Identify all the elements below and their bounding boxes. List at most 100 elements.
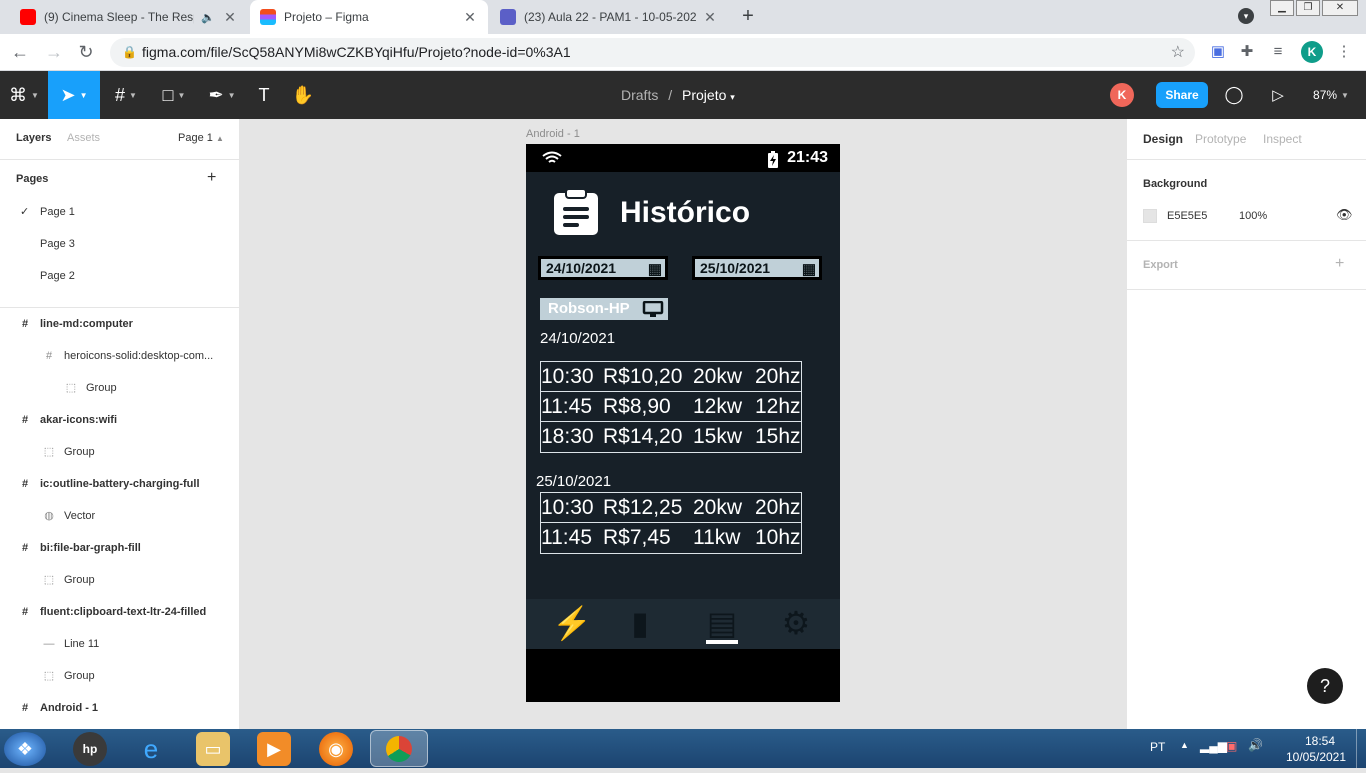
device-name: Robson-HP — [548, 300, 630, 317]
background-swatch[interactable] — [1143, 209, 1157, 223]
file-name[interactable]: Projeto — [682, 87, 726, 103]
show-desktop-button[interactable] — [1356, 729, 1366, 768]
hp-icon[interactable]: hp — [73, 732, 107, 766]
page-label: Page 1 — [40, 206, 75, 218]
layer-row[interactable]: # akar-icons:wifi — [0, 404, 239, 436]
layer-row[interactable]: # Android - 1 — [0, 692, 239, 724]
bookmark-star-icon[interactable]: ☆ — [1171, 38, 1185, 67]
layer-row[interactable]: ⬚ Group — [0, 564, 239, 596]
chevron-down-icon[interactable]: ▾ — [730, 92, 735, 102]
media-player-icon[interactable]: ▶ — [257, 732, 291, 766]
profile-avatar[interactable]: K — [1301, 41, 1323, 63]
forward-icon[interactable]: → — [42, 41, 66, 65]
help-button[interactable]: ? — [1307, 668, 1343, 704]
pen-tool-icon[interactable]: ✒ ▼ — [200, 71, 244, 119]
cell-price: R$7,45 — [603, 526, 671, 549]
shape-tool-icon[interactable]: □ ▼ — [152, 71, 196, 119]
add-export-icon[interactable]: + — [1335, 255, 1344, 273]
cell-price: R$12,25 — [603, 496, 683, 519]
status-clock: 21:43 — [787, 149, 828, 166]
internet-explorer-icon[interactable]: e — [134, 732, 168, 766]
close-window-icon[interactable]: ✕ — [1322, 0, 1358, 16]
media-control-icon[interactable]: ≡ — [1268, 42, 1288, 62]
page-selector[interactable]: Page 1 ▲ — [178, 132, 224, 144]
restore-icon[interactable]: ❐ — [1296, 0, 1320, 16]
layer-row[interactable]: # heroicons-solid:desktop-com... — [0, 340, 239, 372]
more-menu-icon[interactable]: ⋮ — [1334, 42, 1354, 62]
move-tool-icon[interactable]: ➤ ▼ — [48, 71, 100, 119]
zoom-menu[interactable]: 87% ▼ — [1308, 71, 1354, 119]
page-item-2[interactable]: Page 2 — [0, 260, 239, 292]
breadcrumb-drafts[interactable]: Drafts — [621, 87, 658, 103]
text-tool-icon[interactable]: T — [250, 71, 278, 119]
day-label: 25/10/2021 — [536, 473, 612, 490]
tab-assets[interactable]: Assets — [67, 132, 100, 144]
layer-row[interactable]: # bi:file-bar-graph-fill — [0, 532, 239, 564]
address-bar[interactable]: 🔒 figma.com/file/ScQ58ANYMi8wCZKBYqiHfu/… — [110, 38, 1195, 67]
comment-icon[interactable]: ◯ — [1220, 71, 1248, 119]
chrome-icon — [386, 736, 412, 762]
close-tab-icon[interactable]: ✕ — [222, 9, 238, 26]
tray-expand-icon[interactable]: ▲ — [1180, 740, 1189, 750]
figma-main-menu-icon[interactable]: ⌘ ▼ — [0, 71, 48, 119]
clock-date[interactable]: 10/05/2021 — [1280, 750, 1352, 764]
date-to-field[interactable]: 25/10/2021 ▦ — [692, 256, 822, 280]
background-hex-input[interactable]: E5E5E5 — [1167, 210, 1207, 222]
layer-row[interactable]: ◍ Vector — [0, 500, 239, 532]
lightning-icon[interactable]: ⚡ — [550, 601, 594, 645]
browser-tab-figma[interactable]: Projeto – Figma ✕ — [250, 0, 488, 34]
clipboard-nav-icon[interactable]: ▤ — [700, 601, 744, 645]
divider — [1127, 289, 1366, 290]
frame-label[interactable]: Android - 1 — [526, 128, 580, 140]
browser-tab-youtube[interactable]: (9) Cinema Sleep - The Resp 🔈 ✕ — [10, 0, 248, 34]
page-item-3[interactable]: Page 3 — [0, 228, 239, 260]
layer-row[interactable]: # line-md:computer — [0, 308, 239, 340]
bar-graph-icon[interactable]: ▮ — [618, 601, 662, 645]
new-tab-button[interactable]: + — [736, 5, 760, 29]
layer-row[interactable]: — Line 11 — [0, 628, 239, 660]
close-tab-icon[interactable]: ✕ — [462, 9, 478, 26]
calendar-icon[interactable]: ▦ — [648, 260, 662, 279]
calendar-icon[interactable]: ▦ — [802, 260, 816, 279]
device-selector[interactable]: Robson-HP — [540, 298, 668, 320]
share-button[interactable]: Share — [1156, 82, 1208, 108]
tab-prototype[interactable]: Prototype — [1195, 132, 1246, 146]
tab-layers[interactable]: Layers — [16, 132, 51, 144]
add-page-icon[interactable]: + — [207, 169, 216, 187]
windows-start-icon[interactable]: ❖ — [4, 732, 46, 766]
extension-icon[interactable]: ▣ — [1208, 42, 1228, 62]
minimize-icon[interactable]: ▁ — [1270, 0, 1294, 16]
alert-icon[interactable]: ▣ — [1226, 739, 1237, 753]
background-opacity-input[interactable]: 100% — [1239, 210, 1267, 222]
layer-row[interactable]: ⬚ Group — [0, 660, 239, 692]
page-item-1[interactable]: ✓ Page 1 — [0, 196, 239, 228]
eye-visibility-icon[interactable]: 👁 — [1336, 207, 1353, 223]
chrome-taskbar-button[interactable] — [370, 730, 428, 767]
network-icon[interactable]: ▂▄▆ — [1200, 739, 1227, 753]
canvas[interactable]: Android - 1 21:43 Histórico 24/10/2021 ▦… — [240, 119, 1126, 729]
clock-time[interactable]: 18:54 — [1296, 734, 1344, 748]
layer-row[interactable]: ⬚ Group — [0, 372, 239, 404]
layer-row[interactable]: ⬚ Group — [0, 436, 239, 468]
hand-tool-icon[interactable]: ✋ — [288, 71, 318, 119]
present-play-icon[interactable]: ▷ — [1264, 71, 1292, 119]
frame-tool-icon[interactable]: # ▼ — [104, 71, 148, 119]
puzzle-extensions-icon[interactable]: ✚ — [1237, 42, 1257, 62]
layer-row[interactable]: # ic:outline-battery-charging-full — [0, 468, 239, 500]
back-icon[interactable]: ← — [8, 41, 32, 65]
tab-design[interactable]: Design — [1143, 132, 1183, 146]
language-indicator[interactable]: PT — [1150, 740, 1165, 754]
layer-row[interactable]: # fluent:clipboard-text-ltr-24-filled — [0, 596, 239, 628]
user-avatar[interactable]: K — [1110, 83, 1134, 107]
tab-search-icon[interactable]: ▾ — [1238, 8, 1254, 24]
browser-tab-teams[interactable]: (23) Aula 22 - PAM1 - 10-05-202 ✕ — [490, 0, 728, 34]
file-explorer-icon[interactable]: ▭ — [196, 732, 230, 766]
reload-icon[interactable]: ↻ — [74, 41, 98, 65]
android-frame[interactable]: 21:43 Histórico 24/10/2021 ▦ 25/10/2021 … — [526, 144, 840, 702]
firefox-icon[interactable]: ◉ — [319, 732, 353, 766]
volume-icon[interactable]: 🔊 — [1248, 738, 1263, 752]
gear-icon[interactable]: ⚙ — [774, 601, 818, 645]
tab-inspect[interactable]: Inspect — [1263, 132, 1302, 146]
date-from-field[interactable]: 24/10/2021 ▦ — [538, 256, 668, 280]
close-tab-icon[interactable]: ✕ — [702, 9, 718, 26]
